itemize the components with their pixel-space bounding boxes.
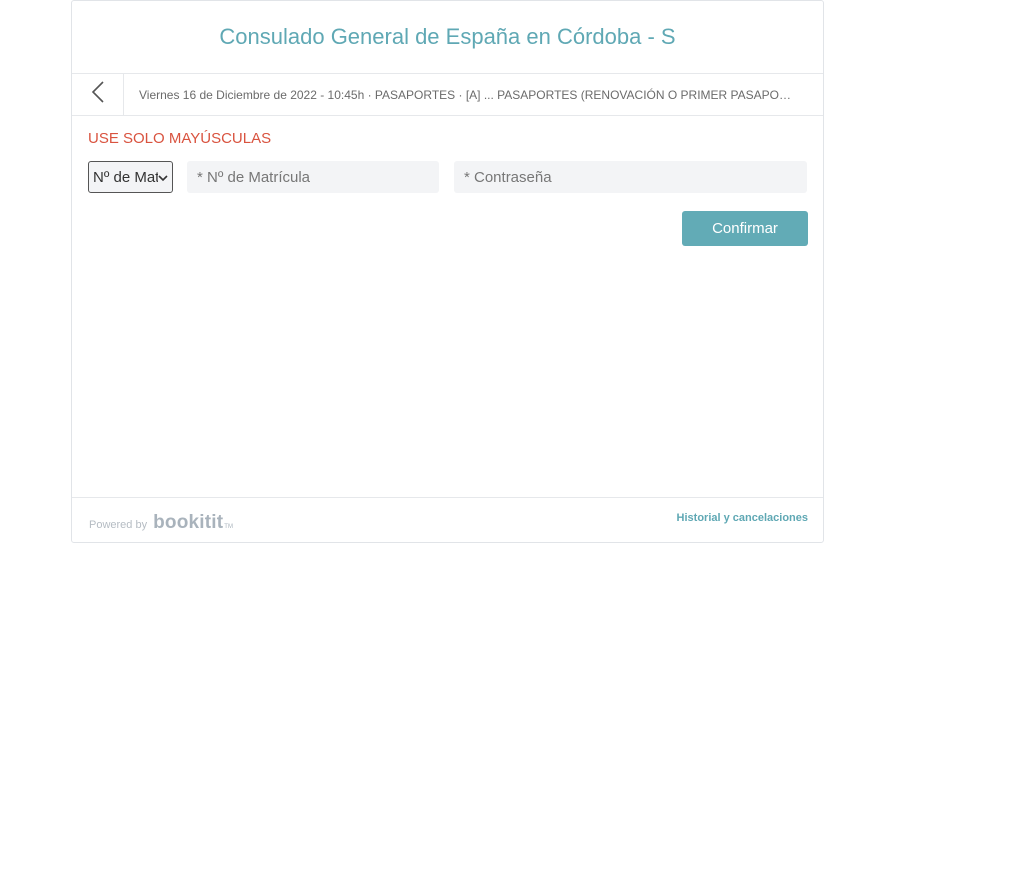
booking-widget: Consulado General de España en Córdoba -…: [71, 0, 824, 543]
chevron-down-icon: [158, 169, 168, 186]
header: Consulado General de España en Córdoba -…: [72, 1, 823, 74]
history-cancellations-link[interactable]: Historial y cancelaciones: [677, 512, 808, 524]
powered-by-label: Powered by: [89, 518, 148, 531]
powered-by: Powered by bookitit TM: [89, 512, 233, 534]
chevron-left-icon: [91, 81, 105, 108]
trademark-mark: TM: [224, 523, 233, 530]
uppercase-warning: USE SOLO MAYÚSCULAS: [88, 130, 272, 147]
login-form-row: Nº de Matrícula: [88, 160, 808, 194]
back-button[interactable]: [72, 74, 124, 115]
appointment-summary: Viernes 16 de Diciembre de 2022 - 10:45h…: [139, 87, 799, 102]
confirm-button[interactable]: Confirmar: [682, 211, 808, 246]
form-actions: Confirmar: [88, 211, 808, 246]
breadcrumb: Viernes 16 de Diciembre de 2022 - 10:45h…: [72, 74, 823, 116]
password-input[interactable]: [454, 161, 807, 193]
form-area: USE SOLO MAYÚSCULAS Nº de Matrícula Conf…: [72, 116, 823, 498]
id-type-select[interactable]: Nº de Matrícula: [88, 161, 173, 193]
matricula-input[interactable]: [187, 161, 439, 193]
id-type-selected-value: Nº de Matrícula: [93, 168, 158, 186]
footer: Powered by bookitit TM Historial y cance…: [72, 498, 823, 541]
bookitit-logo: bookitit: [153, 511, 224, 533]
page-title: Consulado General de España en Córdoba -…: [219, 24, 676, 49]
